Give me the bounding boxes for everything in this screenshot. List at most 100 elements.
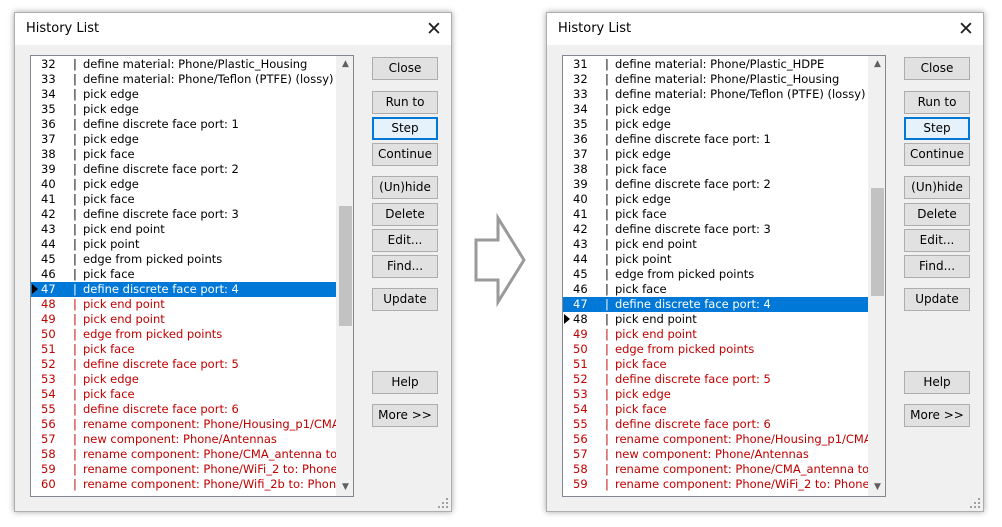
more-button[interactable]: More >> (372, 404, 438, 427)
step-button[interactable]: Step (904, 117, 970, 140)
help-button[interactable]: Help (372, 371, 438, 394)
title-bar[interactable]: History List ✕ (15, 13, 451, 45)
close-icon[interactable]: ✕ (421, 16, 447, 42)
delete-button[interactable]: Delete (904, 203, 970, 226)
title-bar[interactable]: History List ✕ (547, 13, 983, 45)
close-icon[interactable]: ✕ (953, 16, 979, 42)
continue-button[interactable]: Continue (372, 143, 438, 166)
step-number: 52 (573, 372, 588, 386)
history-row[interactable]: 47 | define discrete face port: 4 (563, 297, 870, 312)
help-button[interactable]: Help (904, 371, 970, 394)
history-row[interactable]: 33 | define material: Phone/Teflon (PTFE) … (563, 87, 870, 102)
more-button[interactable]: More >> (904, 404, 970, 427)
close-button[interactable]: Close (372, 57, 438, 80)
history-row[interactable]: 46 | pick face (563, 282, 870, 297)
history-row[interactable]: 58 | rename component: Phone/CMA_antenna t… (563, 462, 870, 477)
history-row[interactable]: 57 | new component: Phone/Antennas (31, 432, 338, 447)
history-row[interactable]: 59 | rename component: Phone/WiFi_2 to: Ph… (563, 477, 870, 492)
history-listbox[interactable]: 31 | define material: Phone/Plastic_HDPE 32… (562, 55, 886, 497)
history-row[interactable]: 52 | define discrete face port: 5 (563, 372, 870, 387)
history-row[interactable]: 47 | define discrete face port: 4 (31, 282, 338, 297)
history-row[interactable]: 37 | pick edge (31, 132, 338, 147)
history-row[interactable]: 56 | rename component: Phone/Housing_p1/CM… (31, 417, 338, 432)
history-row[interactable]: 55 | define discrete face port: 6 (31, 402, 338, 417)
history-row[interactable]: 43 | pick end point (563, 237, 870, 252)
history-row[interactable]: 35 | pick edge (31, 102, 338, 117)
history-row[interactable]: 45 | edge from picked points (31, 252, 338, 267)
history-row[interactable]: 48 | pick end point (31, 297, 338, 312)
history-row[interactable]: 46 | pick face (31, 267, 338, 282)
update-button[interactable]: Update (904, 288, 970, 311)
history-row[interactable]: 50 | edge from picked points (31, 327, 338, 342)
history-row[interactable]: 40 | pick edge (31, 177, 338, 192)
scroll-down-icon[interactable]: ▼ (337, 479, 353, 496)
find-button[interactable]: Find... (372, 255, 438, 278)
history-row[interactable]: 40 | pick edge (563, 192, 870, 207)
resize-grip-icon[interactable] (437, 497, 449, 509)
edit-button[interactable]: Edit... (372, 229, 438, 252)
vertical-scrollbar[interactable]: ▲ ▼ (868, 56, 885, 496)
history-row[interactable]: 48 | pick end point (563, 312, 870, 327)
history-row[interactable]: 36 | define discrete face port: 1 (31, 117, 338, 132)
scroll-up-icon[interactable]: ▲ (337, 56, 353, 73)
history-row[interactable]: 43 | pick end point (31, 222, 338, 237)
history-row[interactable]: 52 | define discrete face port: 5 (31, 357, 338, 372)
unhide-button[interactable]: (Un)hide (372, 176, 438, 199)
history-row[interactable]: 38 | pick face (31, 147, 338, 162)
history-row[interactable]: 41 | pick face (563, 207, 870, 222)
history-row[interactable]: 36 | define discrete face port: 1 (563, 132, 870, 147)
history-row[interactable]: 60 | rename component: Phone/Wifi_2b to: P… (31, 477, 338, 492)
history-row[interactable]: 45 | edge from picked points (563, 267, 870, 282)
scroll-down-icon[interactable]: ▼ (869, 479, 885, 496)
scrollbar-thumb[interactable] (339, 206, 352, 326)
history-row[interactable]: 53 | pick edge (563, 387, 870, 402)
edit-button[interactable]: Edit... (904, 229, 970, 252)
find-button[interactable]: Find... (904, 255, 970, 278)
continue-button[interactable]: Continue (904, 143, 970, 166)
update-button[interactable]: Update (372, 288, 438, 311)
step-button[interactable]: Step (372, 117, 438, 140)
history-row[interactable]: 57 | new component: Phone/Antennas (563, 447, 870, 462)
history-row[interactable]: 34 | pick edge (563, 102, 870, 117)
history-row[interactable]: 51 | pick face (563, 357, 870, 372)
step-number: 57 (573, 447, 588, 461)
history-row[interactable]: 31 | define material: Phone/Plastic_HDPE (563, 57, 870, 72)
history-row[interactable]: 35 | pick edge (563, 117, 870, 132)
history-row[interactable]: 32 | define material: Phone/Plastic_Housin… (31, 57, 338, 72)
run-to-button[interactable]: Run to (372, 91, 438, 114)
run-to-button[interactable]: Run to (904, 91, 970, 114)
history-row[interactable]: 34 | pick edge (31, 87, 338, 102)
scroll-up-icon[interactable]: ▲ (869, 56, 885, 73)
history-row[interactable]: 39 | define discrete face port: 2 (31, 162, 338, 177)
row-separator: | (73, 132, 77, 146)
history-row[interactable]: 54 | pick face (563, 402, 870, 417)
history-row[interactable]: 44 | pick point (31, 237, 338, 252)
history-row[interactable]: 51 | pick face (31, 342, 338, 357)
resize-grip-icon[interactable] (969, 497, 981, 509)
history-row[interactable]: 39 | define discrete face port: 2 (563, 177, 870, 192)
history-row[interactable]: 49 | pick end point (31, 312, 338, 327)
history-row[interactable]: 38 | pick face (563, 162, 870, 177)
history-row[interactable]: 53 | pick edge (31, 372, 338, 387)
history-row[interactable]: 41 | pick face (31, 192, 338, 207)
history-row[interactable]: 56 | rename component: Phone/Housing_p1/CM… (563, 432, 870, 447)
vertical-scrollbar[interactable]: ▲ ▼ (336, 56, 353, 496)
history-row[interactable]: 42 | define discrete face port: 3 (563, 222, 870, 237)
unhide-button[interactable]: (Un)hide (904, 176, 970, 199)
history-row[interactable]: 33 | define material: Phone/Teflon (PTFE) … (31, 72, 338, 87)
history-row[interactable]: 49 | pick end point (563, 327, 870, 342)
close-button[interactable]: Close (904, 57, 970, 80)
scrollbar-thumb[interactable] (871, 188, 884, 296)
history-row[interactable]: 58 | rename component: Phone/CMA_antenna t… (31, 447, 338, 462)
history-row[interactable]: 37 | pick edge (563, 147, 870, 162)
step-number: 32 (41, 57, 56, 71)
history-row[interactable]: 55 | define discrete face port: 6 (563, 417, 870, 432)
history-row[interactable]: 32 | define material: Phone/Plastic_Housin… (563, 72, 870, 87)
history-row[interactable]: 54 | pick face (31, 387, 338, 402)
history-row[interactable]: 44 | pick point (563, 252, 870, 267)
history-listbox[interactable]: 32 | define material: Phone/Plastic_Housin… (30, 55, 354, 497)
history-row[interactable]: 42 | define discrete face port: 3 (31, 207, 338, 222)
history-row[interactable]: 59 | rename component: Phone/WiFi_2 to: Ph… (31, 462, 338, 477)
delete-button[interactable]: Delete (372, 203, 438, 226)
history-row[interactable]: 50 | edge from picked points (563, 342, 870, 357)
